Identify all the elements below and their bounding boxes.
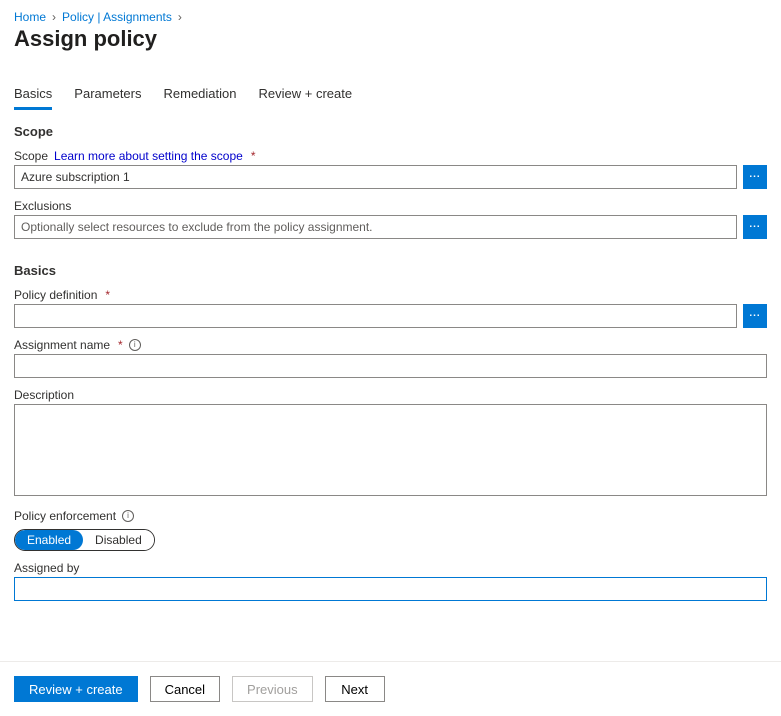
breadcrumb: Home › Policy | Assignments › — [14, 10, 767, 24]
scope-label-row: Scope Learn more about setting the scope… — [14, 149, 767, 163]
footer-bar: Review + create Cancel Previous Next — [0, 661, 781, 716]
chevron-right-icon: › — [178, 10, 182, 24]
exclusions-input[interactable] — [14, 215, 737, 239]
cancel-button[interactable]: Cancel — [150, 676, 220, 702]
required-star: * — [105, 288, 110, 302]
info-icon[interactable]: i — [122, 510, 134, 522]
scope-input[interactable] — [14, 165, 737, 189]
toggle-disabled[interactable]: Disabled — [83, 530, 154, 550]
assignment-name-label: Assignment name — [14, 338, 110, 352]
tabs: Basics Parameters Remediation Review + c… — [14, 82, 767, 110]
assigned-by-input[interactable] — [14, 577, 767, 601]
previous-button: Previous — [232, 676, 313, 702]
breadcrumb-home[interactable]: Home — [14, 10, 46, 24]
info-icon[interactable]: i — [129, 339, 141, 351]
tab-basics[interactable]: Basics — [14, 82, 52, 110]
policy-definition-input[interactable] — [14, 304, 737, 328]
policy-enforcement-toggle: Enabled Disabled — [14, 529, 155, 551]
exclusions-picker-button[interactable]: ... — [743, 215, 767, 239]
scope-learn-more-link[interactable]: Learn more about setting the scope — [54, 149, 243, 163]
tab-parameters[interactable]: Parameters — [74, 82, 141, 110]
scope-label: Scope — [14, 149, 48, 163]
breadcrumb-policy-assignments[interactable]: Policy | Assignments — [62, 10, 172, 24]
policy-definition-label: Policy definition — [14, 288, 97, 302]
toggle-enabled[interactable]: Enabled — [15, 530, 83, 550]
policy-definition-label-row: Policy definition * — [14, 288, 767, 302]
section-basics-heading: Basics — [14, 263, 767, 278]
required-star: * — [251, 149, 256, 163]
policy-definition-picker-button[interactable]: ... — [743, 304, 767, 328]
tab-remediation[interactable]: Remediation — [164, 82, 237, 110]
description-label: Description — [14, 388, 767, 402]
page-title: Assign policy — [14, 26, 767, 52]
assignment-name-label-row: Assignment name * i — [14, 338, 767, 352]
chevron-right-icon: › — [52, 10, 56, 24]
policy-enforcement-label-row: Policy enforcement i — [14, 509, 767, 523]
assignment-name-input[interactable] — [14, 354, 767, 378]
policy-enforcement-label: Policy enforcement — [14, 509, 116, 523]
exclusions-label: Exclusions — [14, 199, 767, 213]
description-input[interactable] — [14, 404, 767, 496]
required-star: * — [118, 338, 123, 352]
next-button[interactable]: Next — [325, 676, 385, 702]
section-scope-heading: Scope — [14, 124, 767, 139]
assigned-by-label: Assigned by — [14, 561, 767, 575]
scope-picker-button[interactable]: ... — [743, 165, 767, 189]
review-create-button[interactable]: Review + create — [14, 676, 138, 702]
tab-review-create[interactable]: Review + create — [259, 82, 353, 110]
